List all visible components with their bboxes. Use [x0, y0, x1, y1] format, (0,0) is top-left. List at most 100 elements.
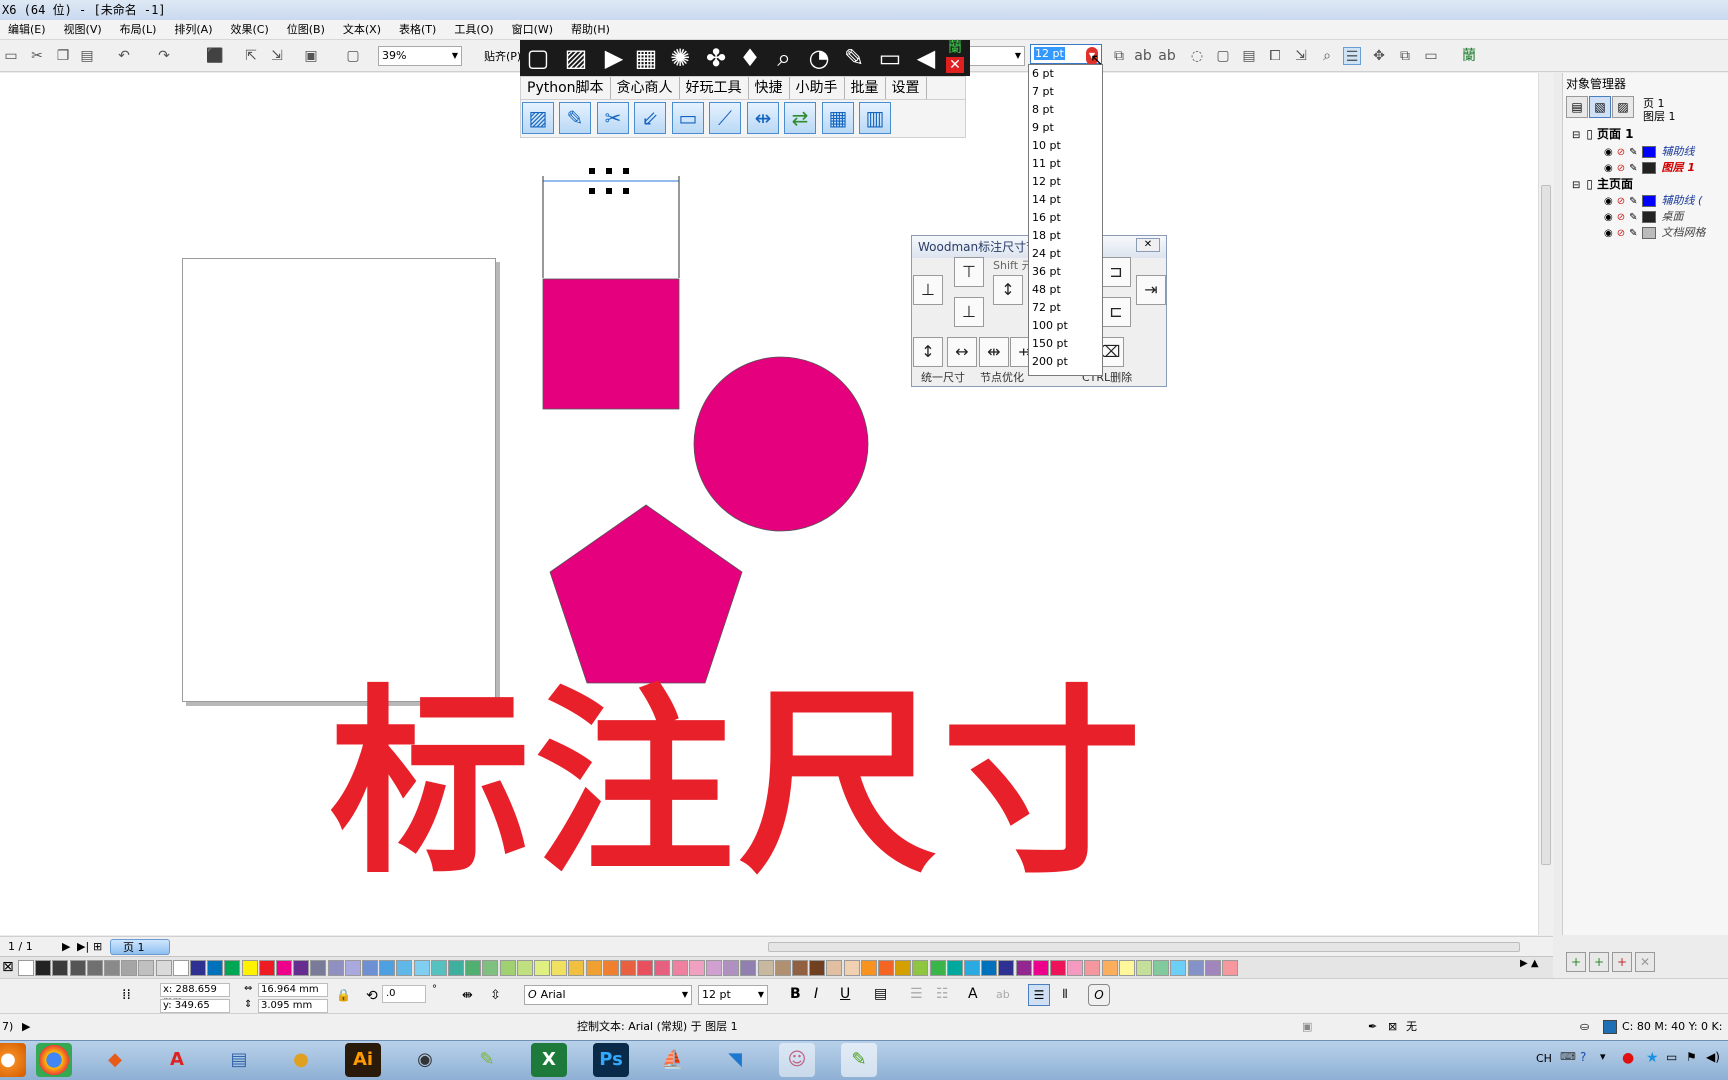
font-size-option[interactable]: 8 pt — [1029, 101, 1102, 119]
right-angle-button[interactable]: ⊏ — [1101, 297, 1131, 327]
palette-swatch[interactable] — [620, 960, 636, 976]
palette-swatch[interactable] — [86, 960, 103, 976]
photoshop-icon[interactable]: Ps — [593, 1043, 629, 1077]
layer-manager-icon[interactable]: ▧ — [1589, 96, 1611, 118]
cut-icon[interactable]: ✂ — [28, 47, 46, 65]
page-node[interactable]: ⊟ ▯ 主页面 — [1572, 176, 1633, 192]
undo-icon[interactable]: ↶ — [115, 47, 133, 65]
page-node[interactable]: ⊟ ▯ 页面 1 — [1572, 126, 1634, 142]
picture-frame-icon[interactable]: ▨ — [522, 102, 554, 134]
y-position-field[interactable]: y: 349.65 mm — [160, 999, 230, 1023]
unify-width-button[interactable]: ↔ — [947, 337, 977, 367]
options-icon[interactable]: ☰ — [1343, 47, 1361, 65]
show-properties-icon[interactable]: ▤ — [1566, 96, 1588, 118]
master-layer-odd-icon[interactable]: + — [1612, 952, 1632, 972]
gauge-icon[interactable]: ◔ — [803, 42, 835, 74]
palette-swatch[interactable] — [534, 960, 550, 976]
anchor-grid-icon[interactable]: ⁞⁞ — [122, 987, 131, 1003]
vertical-scroll-thumb[interactable] — [1541, 185, 1551, 865]
acrobat-icon[interactable]: A — [159, 1043, 195, 1077]
palette-swatch[interactable] — [1015, 960, 1032, 976]
layer-row[interactable]: ◉ ⊘ ✎ 桌面 — [1604, 208, 1684, 224]
palette-swatch[interactable] — [774, 960, 791, 976]
collapse-icon[interactable]: ⊟ — [1572, 130, 1580, 141]
menu-table[interactable]: 表格(T) — [391, 20, 446, 40]
export-pdf-icon[interactable]: ⇲ — [268, 47, 286, 65]
font-size-option[interactable]: 9 pt — [1029, 119, 1102, 137]
tab-python[interactable]: Python脚本 — [521, 77, 611, 99]
presentation-icon[interactable]: ▤ — [221, 1043, 257, 1077]
tab-batch[interactable]: 批量 — [845, 77, 886, 99]
lock-ratio-icon[interactable]: 🔒 — [336, 988, 351, 1002]
shrink-icon[interactable]: ⇙ — [634, 102, 666, 134]
node-optimize-button[interactable]: ⇹ — [979, 337, 1009, 367]
launcher-icon[interactable]: ▣ — [302, 47, 320, 65]
palette-swatch[interactable] — [1136, 960, 1152, 976]
palette-swatch[interactable] — [190, 960, 206, 976]
palette-swatch[interactable] — [1050, 960, 1066, 976]
layer-view-icon[interactable]: ▨ — [1612, 96, 1634, 118]
collapse-icon[interactable]: ⊟ — [1572, 180, 1580, 191]
palette-swatch[interactable] — [826, 960, 843, 976]
drop-cap-icon[interactable]: ☷ — [936, 986, 949, 1002]
plugin-brand-icon[interactable]: 蘭 — [1460, 47, 1478, 65]
bold-icon[interactable]: B — [790, 986, 801, 1002]
palette-swatch[interactable] — [482, 960, 499, 976]
mirror-vertical-icon[interactable]: ⇳ — [490, 988, 501, 1003]
layer-row[interactable]: ◉ ⊘ ✎ 辅助线 ( — [1604, 192, 1702, 208]
font-size-option[interactable]: 48 pt — [1029, 281, 1102, 299]
move-icon[interactable]: ✥ — [1370, 47, 1388, 65]
bullet-list-icon[interactable]: ☰ — [910, 986, 923, 1002]
font-size-option[interactable]: 10 pt — [1029, 137, 1102, 155]
import-icon[interactable]: ⬛ — [206, 47, 224, 65]
node-icon[interactable]: ◌ — [1188, 47, 1206, 65]
sun-icon[interactable]: ✺ — [664, 42, 696, 74]
tab-greedy-merchant[interactable]: 贪心商人 — [611, 77, 680, 99]
font-size-option[interactable]: 11 pt — [1029, 155, 1102, 173]
text-tool-icon[interactable]: ⧉ — [1110, 47, 1128, 65]
ship-app-icon[interactable]: ⛵ — [655, 1043, 691, 1077]
menu-help[interactable]: 帮助(H) — [563, 20, 620, 40]
eye-icon[interactable]: ◉ — [1604, 147, 1613, 158]
width-field[interactable]: 16.964 mm — [258, 983, 328, 997]
top-dimension-button[interactable]: ⊤ — [954, 257, 984, 287]
mirror-icon[interactable]: ⇹ — [747, 102, 779, 134]
eye-icon[interactable]: ◉ — [1604, 196, 1613, 207]
search-icon[interactable]: ⌕ — [768, 42, 800, 74]
lock-icon[interactable]: ✎ — [1629, 228, 1637, 239]
page-tab[interactable]: 页 1 — [110, 939, 170, 955]
font-size-option[interactable]: 24 pt — [1029, 245, 1102, 263]
flag-icon[interactable]: ⚑ — [1686, 1050, 1697, 1064]
palette-swatch[interactable] — [688, 960, 705, 976]
palette-swatch[interactable] — [1153, 960, 1170, 976]
palette-swatch[interactable] — [637, 960, 654, 976]
frame-icon[interactable]: ▢ — [1214, 47, 1232, 65]
text-format-icon[interactable]: ab — [1134, 47, 1152, 65]
mirror-horizontal-icon[interactable]: ⇼ — [462, 988, 473, 1003]
eye-icon[interactable]: ◉ — [1604, 212, 1613, 223]
swap-icon[interactable]: ⇄ — [784, 102, 816, 134]
palette-swatch[interactable] — [465, 960, 482, 976]
font-size-option[interactable]: 200 pt — [1029, 353, 1102, 371]
menu-layout[interactable]: 布局(L) — [112, 20, 167, 40]
record-icon[interactable]: ● — [1622, 1050, 1634, 1066]
close-icon[interactable]: ✕ — [1136, 238, 1160, 252]
font-size-option[interactable]: 72 pt — [1029, 299, 1102, 317]
palette-swatch[interactable] — [706, 960, 722, 976]
page-icon[interactable]: ⧠ — [1266, 47, 1284, 65]
palette-swatch[interactable] — [121, 960, 138, 976]
ruler-edit-icon[interactable]: ✎ — [559, 102, 591, 134]
palette-swatch[interactable] — [912, 960, 929, 976]
palette-swatch[interactable] — [499, 960, 516, 976]
lock-icon[interactable]: ✎ — [1629, 147, 1637, 158]
palette-swatch[interactable] — [860, 960, 877, 976]
display-icon[interactable]: ▭ — [874, 42, 906, 74]
export-icon[interactable]: ⇱ — [242, 47, 260, 65]
layer-icon[interactable]: ▤ — [1240, 47, 1258, 65]
fullscreen-icon[interactable]: ▢ — [344, 47, 362, 65]
play-icon[interactable]: ▶ — [598, 42, 630, 74]
palette-swatch[interactable] — [327, 960, 344, 976]
grid-icon[interactable]: ▦ — [630, 42, 662, 74]
palette-swatch[interactable] — [981, 960, 998, 976]
palette-swatch[interactable] — [413, 960, 430, 976]
